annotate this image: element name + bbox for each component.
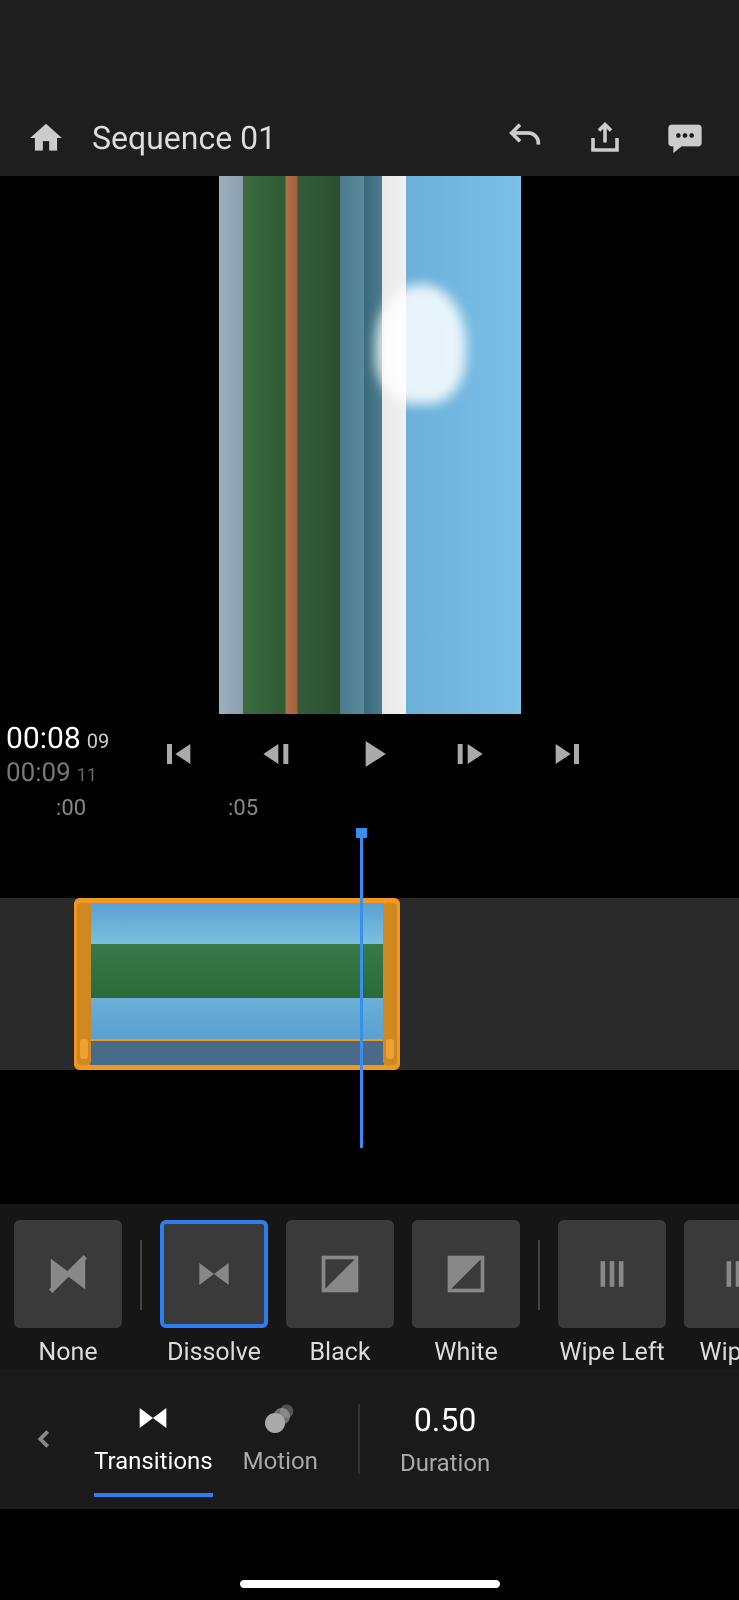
timecode[interactable]: 00:08 09 00:09 11 [6, 721, 126, 788]
transition-label: Wipe R [699, 1338, 739, 1367]
top-bar: Sequence 01 [0, 100, 739, 176]
transitions-list[interactable]: None Dissolve Black White Wipe Left Wipe… [0, 1204, 739, 1369]
video-clip[interactable] [74, 898, 400, 1070]
skip-end-icon[interactable] [544, 729, 594, 779]
duration-value: 0.50 [414, 1401, 476, 1439]
frame-back-icon[interactable] [250, 729, 300, 779]
tab-label: Transitions [94, 1447, 213, 1475]
current-time: 00:08 [6, 721, 81, 756]
duration-control[interactable]: 0.50 Duration [400, 1401, 490, 1477]
clip-trim-left[interactable] [77, 903, 91, 1065]
skip-start-icon[interactable] [152, 729, 202, 779]
playhead[interactable] [360, 828, 363, 1148]
total-frames: 11 [77, 765, 97, 786]
transition-white[interactable]: White [412, 1220, 520, 1367]
comment-icon[interactable] [663, 116, 707, 160]
tab-transitions[interactable]: Transitions [94, 1397, 213, 1481]
undo-icon[interactable] [503, 116, 547, 160]
bottom-tabs: Transitions Motion 0.50 Duration [0, 1369, 739, 1509]
video-preview[interactable] [0, 176, 739, 714]
spacer [0, 1148, 739, 1204]
home-indicator[interactable] [240, 1580, 500, 1588]
transition-wipe-right[interactable]: Wipe R [684, 1220, 739, 1367]
ruler-mark-0: :00 [56, 796, 86, 821]
home-icon[interactable] [24, 116, 68, 160]
total-time: 00:09 [6, 758, 71, 788]
duration-label: Duration [400, 1449, 490, 1477]
frame-forward-icon[interactable] [446, 729, 496, 779]
status-bar [0, 0, 739, 100]
transition-label: None [38, 1338, 97, 1367]
clip-thumbnails [90, 903, 384, 1039]
transition-label: White [434, 1338, 497, 1367]
tab-motion[interactable]: Motion [243, 1397, 318, 1481]
ruler-mark-5: :05 [228, 796, 258, 821]
timeline[interactable] [0, 828, 739, 1148]
transition-wipe-left[interactable]: Wipe Left [558, 1220, 666, 1367]
transition-label: Black [309, 1338, 370, 1367]
clip-trim-right[interactable] [383, 903, 397, 1065]
motion-icon [259, 1397, 301, 1439]
transition-black[interactable]: Black [286, 1220, 394, 1367]
transitions-icon [132, 1397, 174, 1439]
transition-none[interactable]: None [14, 1220, 122, 1367]
divider [538, 1220, 540, 1310]
transition-dissolve[interactable]: Dissolve [160, 1220, 268, 1367]
share-icon[interactable] [583, 116, 627, 160]
current-frames: 09 [87, 729, 109, 753]
play-icon[interactable] [348, 729, 398, 779]
tab-label: Motion [243, 1447, 318, 1475]
playback-controls: 00:08 09 00:09 11 [0, 714, 739, 794]
timeline-ruler[interactable]: :00 :05 [0, 794, 739, 828]
divider [358, 1404, 360, 1474]
preview-frame [219, 176, 521, 714]
clip-audio-waveform [90, 1041, 384, 1065]
transition-label: Dissolve [167, 1338, 261, 1367]
sequence-title[interactable]: Sequence 01 [92, 119, 487, 157]
back-icon[interactable] [24, 1424, 64, 1454]
divider [140, 1220, 142, 1310]
transition-label: Wipe Left [559, 1338, 664, 1367]
